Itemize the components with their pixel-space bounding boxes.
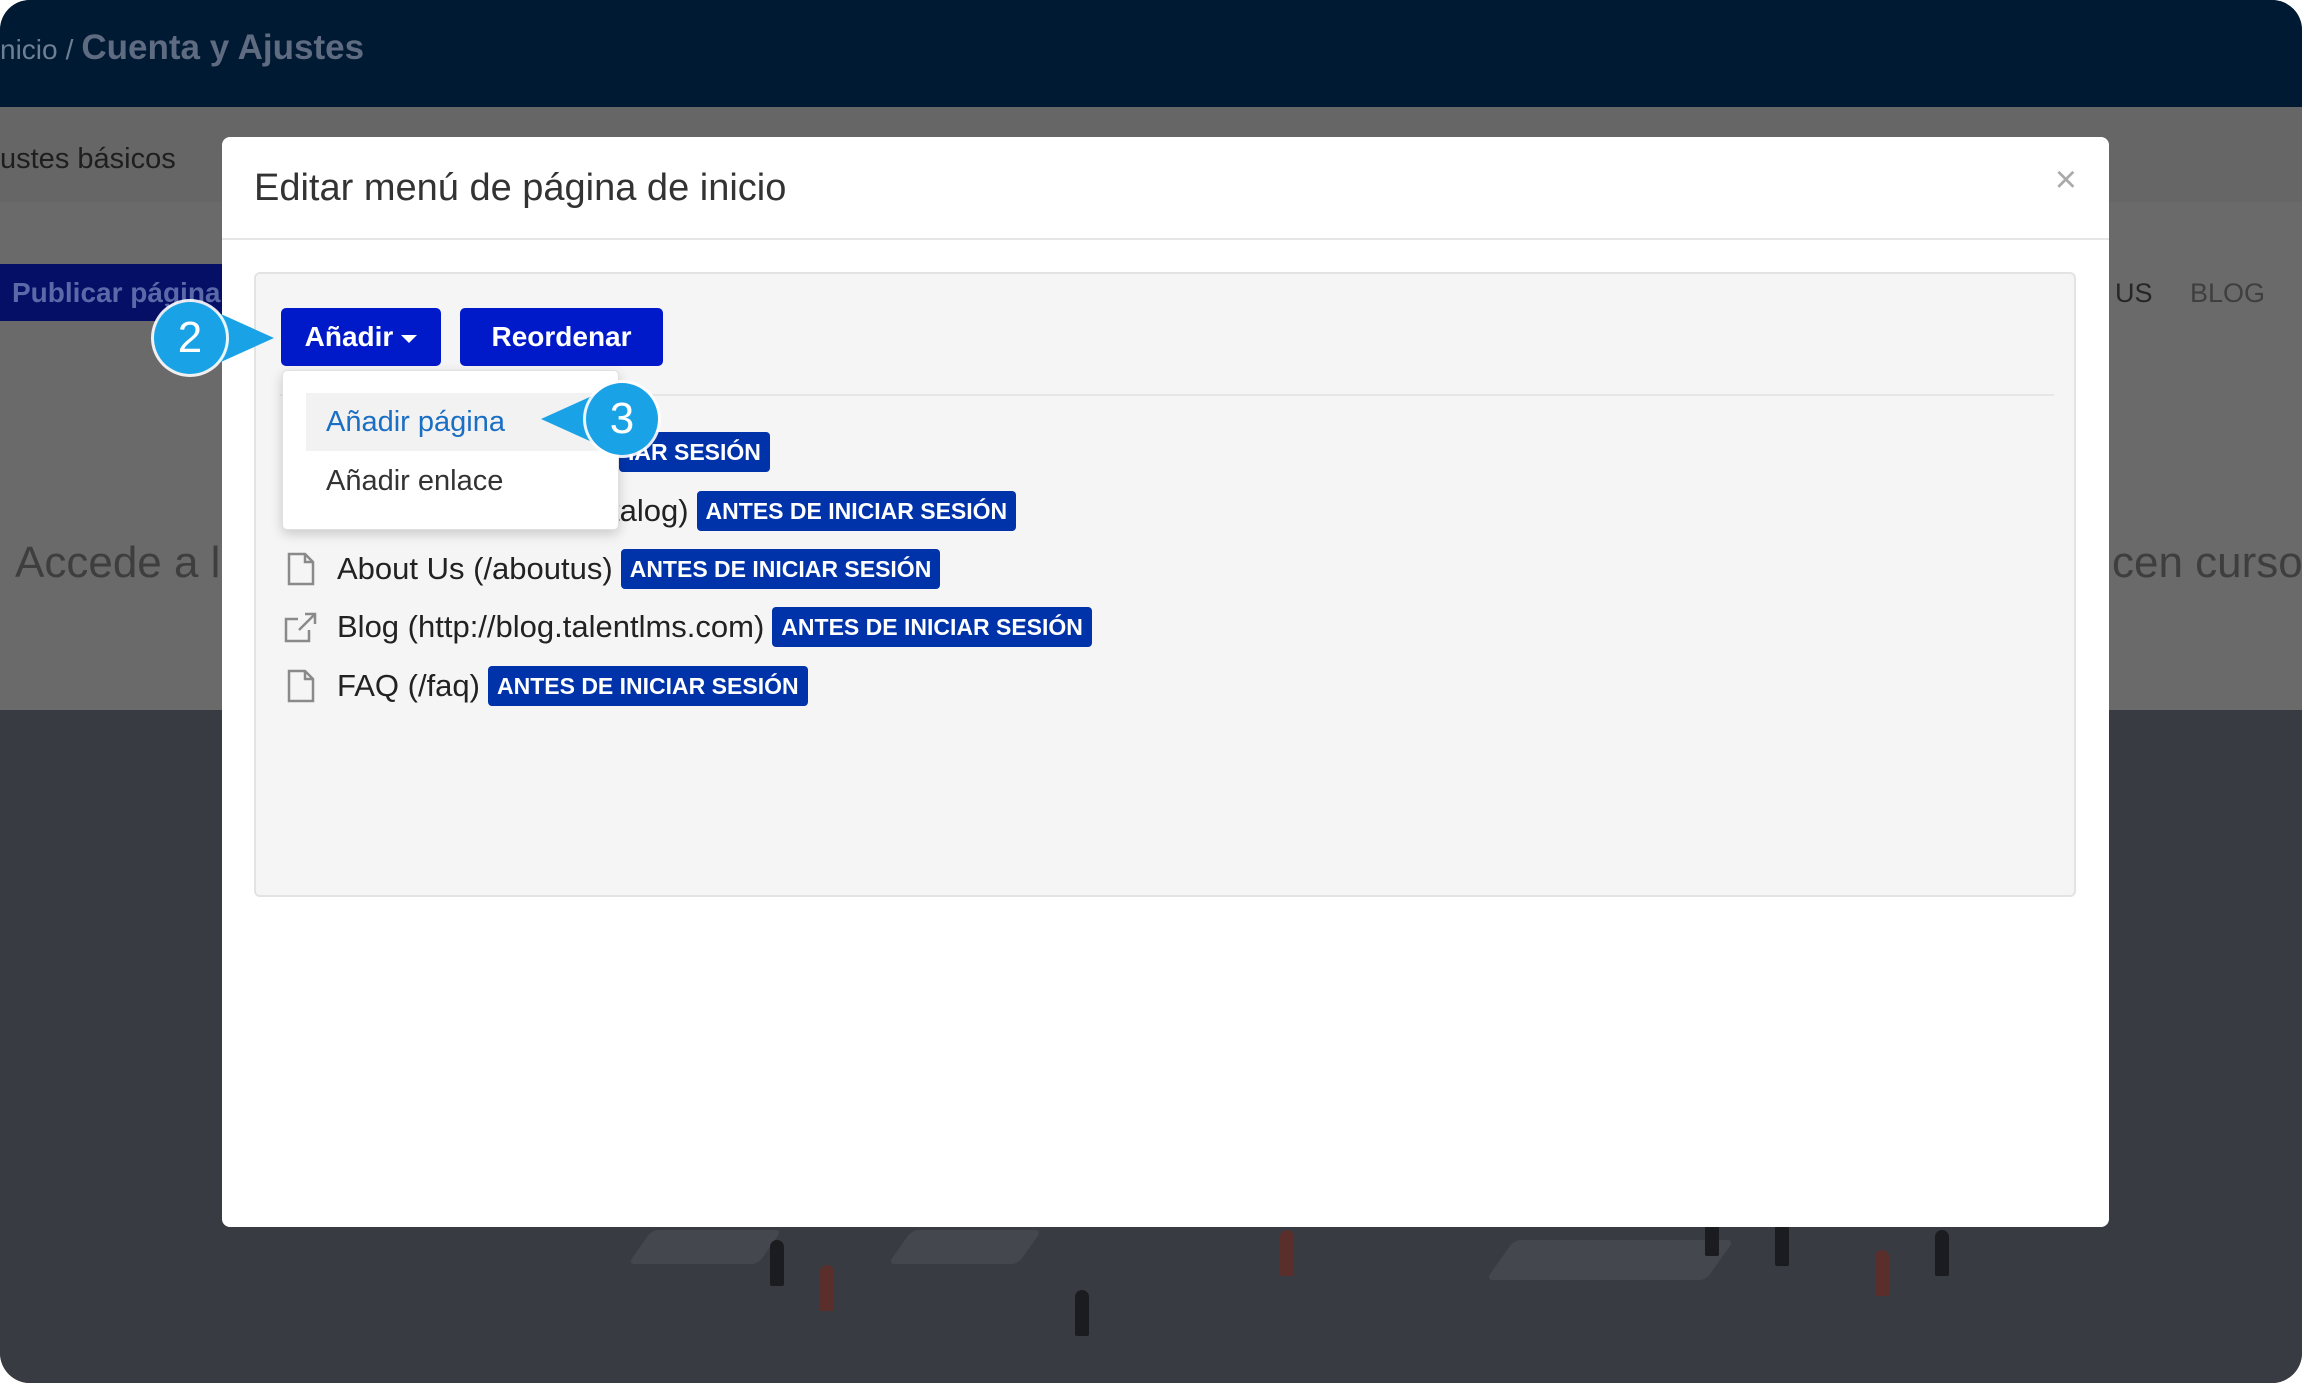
- illustration-tile: [628, 1230, 782, 1264]
- modal-header: Editar menú de página de inicio ×: [222, 137, 2109, 240]
- breadcrumb-home[interactable]: nicio: [0, 34, 58, 66]
- file-icon: [283, 551, 319, 587]
- menu-item-label: Blog (http://blog.talentlms.com): [337, 609, 765, 644]
- illustration-person: [770, 1240, 784, 1286]
- status-badge: ANTES DE INICIAR SESIÓN: [487, 666, 808, 706]
- screen: nicio / Cuenta y Ajustes ustes básicos P…: [0, 0, 2302, 1383]
- menu-item[interactable]: Blog (http://blog.talentlms.com) ANTES D…: [283, 605, 1092, 649]
- top-bar: nicio / Cuenta y Ajustes: [0, 0, 2302, 107]
- external-link-icon: [283, 609, 319, 645]
- illustration-person: [820, 1265, 834, 1311]
- modal-title: Editar menú de página de inicio: [254, 167, 787, 209]
- status-badge: ANTES DE INICIAR SESIÓN: [620, 549, 941, 589]
- add-dropdown-button[interactable]: Añadir: [281, 308, 441, 366]
- nav-link-about-us[interactable]: US: [2115, 278, 2153, 309]
- caret-down-icon: [401, 334, 418, 343]
- menu-item-label: About Us (/aboutus): [337, 551, 613, 586]
- step-number: 3: [586, 383, 658, 455]
- menu-item-label: talog): [611, 493, 689, 528]
- breadcrumb: nicio / Cuenta y Ajustes: [0, 28, 364, 78]
- breadcrumb-separator: /: [65, 34, 74, 65]
- illustration-tile: [1485, 1240, 1735, 1280]
- illustration-person: [1875, 1250, 1889, 1296]
- hero-text-left: Accede a la: [15, 538, 245, 587]
- hero-text-right: cen curso: [2112, 538, 2302, 587]
- dropdown-item-add-link[interactable]: Añadir enlace: [306, 452, 602, 510]
- illustration-person: [1935, 1230, 1949, 1276]
- status-badge: ANTES DE INICIAR SESIÓN: [772, 607, 1092, 647]
- tab-basic-settings[interactable]: ustes básicos: [0, 143, 176, 176]
- menu-item[interactable]: talog) ANTES DE INICIAR SESIÓN: [611, 489, 1017, 533]
- add-button-label: Añadir: [304, 321, 394, 352]
- status-badge: ANTES DE INICIAR SESIÓN: [696, 491, 1017, 531]
- menu-item[interactable]: About Us (/aboutus) ANTES DE INICIAR SES…: [283, 547, 941, 591]
- page-title: Cuenta y Ajustes: [81, 28, 365, 67]
- illustration-person: [1075, 1290, 1089, 1336]
- illustration-person: [1280, 1230, 1294, 1276]
- menu-item[interactable]: FAQ (/faq) ANTES DE INICIAR SESIÓN: [283, 664, 808, 708]
- reorder-button[interactable]: Reordenar: [460, 308, 663, 366]
- close-icon[interactable]: ×: [2055, 159, 2077, 202]
- step-number: 2: [154, 302, 226, 374]
- nav-link-blog[interactable]: BLOG: [2190, 278, 2265, 309]
- illustration-tile: [888, 1230, 1042, 1264]
- file-icon: [283, 668, 319, 704]
- menu-item-label: FAQ (/faq): [337, 668, 480, 703]
